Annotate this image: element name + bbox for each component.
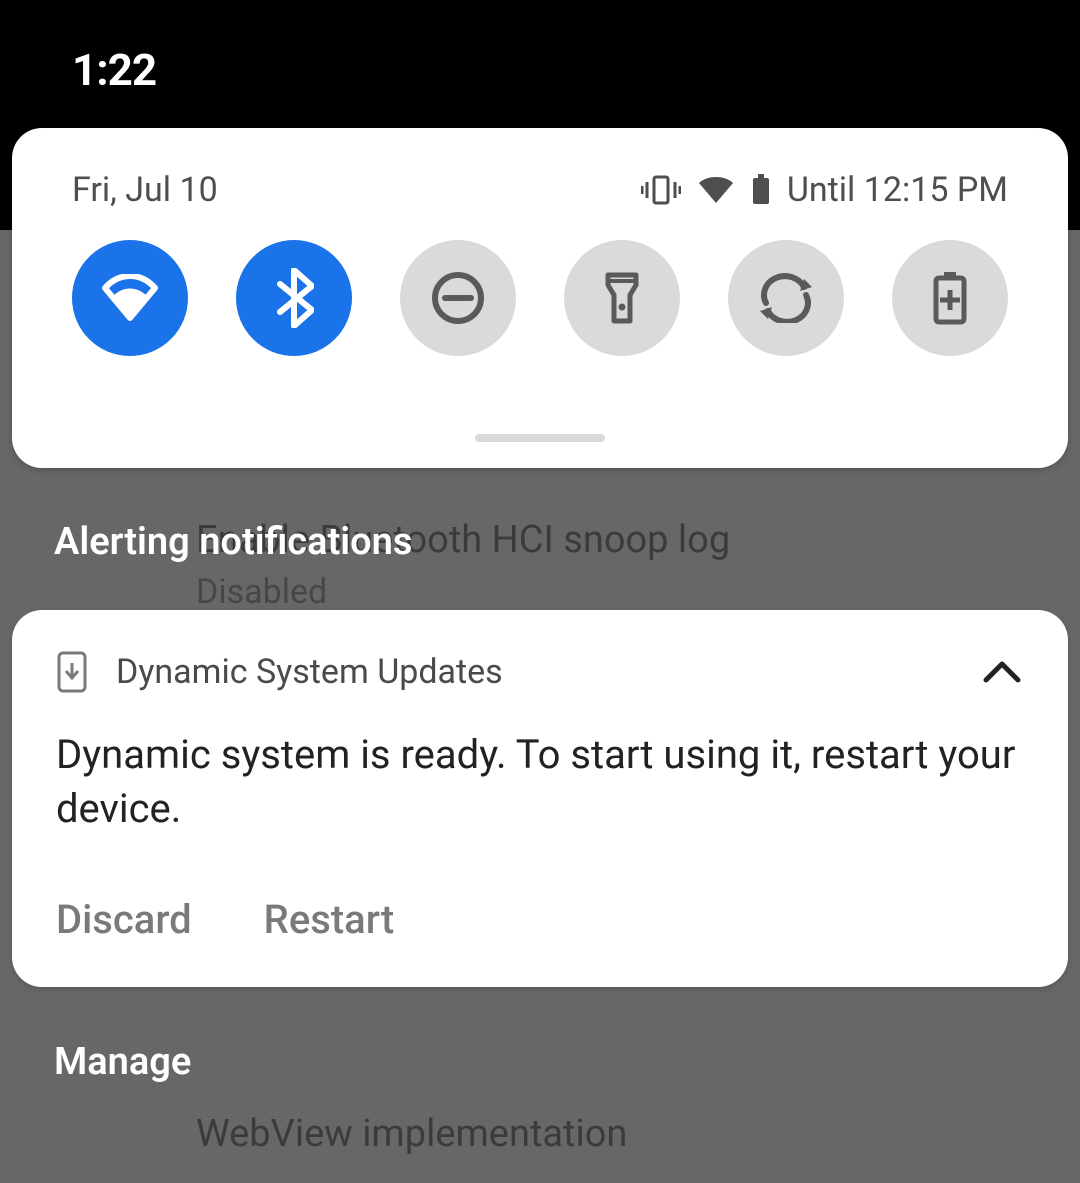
collapse-chevron-icon[interactable] bbox=[980, 650, 1024, 694]
expand-handle[interactable] bbox=[475, 434, 605, 442]
qs-tile-bluetooth[interactable] bbox=[236, 240, 352, 356]
wifi-icon bbox=[101, 274, 159, 322]
flashlight-icon bbox=[602, 269, 642, 327]
quick-settings-panel[interactable]: Fri, Jul 10 bbox=[12, 128, 1068, 468]
system-update-icon bbox=[56, 650, 88, 694]
restart-button[interactable]: Restart bbox=[264, 896, 395, 943]
battery-status-icon bbox=[751, 174, 771, 206]
battery-saver-icon bbox=[932, 270, 968, 326]
quick-settings-date: Fri, Jul 10 bbox=[72, 170, 218, 210]
notification-card[interactable]: Dynamic System Updates Dynamic system is… bbox=[12, 610, 1068, 987]
qs-tile-battery-saver[interactable] bbox=[892, 240, 1008, 356]
notifications-section-header: Alerting notifications bbox=[54, 520, 412, 564]
bluetooth-icon bbox=[274, 268, 314, 328]
vibrate-icon bbox=[641, 175, 681, 205]
battery-until-label: Until 12:15 PM bbox=[787, 170, 1008, 210]
qs-tile-flashlight[interactable] bbox=[564, 240, 680, 356]
status-icons: Until 12:15 PM bbox=[641, 170, 1008, 210]
do-not-disturb-icon bbox=[429, 269, 487, 327]
notification-app-name: Dynamic System Updates bbox=[116, 652, 952, 692]
notification-actions: Discard Restart bbox=[56, 896, 1024, 943]
wifi-status-icon bbox=[697, 175, 735, 205]
quick-settings-tiles bbox=[72, 240, 1008, 356]
discard-button[interactable]: Discard bbox=[56, 896, 192, 943]
qs-tile-do-not-disturb[interactable] bbox=[400, 240, 516, 356]
notification-body: Dynamic system is ready. To start using … bbox=[56, 728, 1024, 836]
notification-header: Dynamic System Updates bbox=[56, 650, 1024, 694]
quick-settings-header: Fri, Jul 10 bbox=[72, 128, 1008, 210]
status-bar-time: 1:22 bbox=[72, 44, 156, 96]
manage-notifications-button[interactable]: Manage bbox=[54, 1040, 191, 1084]
qs-tile-wifi[interactable] bbox=[72, 240, 188, 356]
qs-tile-auto-rotate[interactable] bbox=[728, 240, 844, 356]
auto-rotate-icon bbox=[756, 273, 816, 323]
